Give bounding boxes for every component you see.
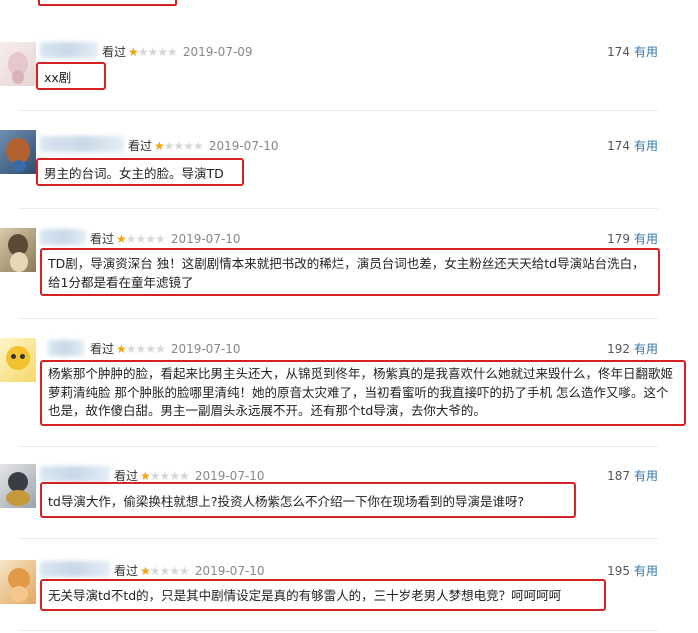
comment-meta: 看过 ★★★★★ 2019-07-10: [90, 340, 241, 357]
divider: [18, 446, 658, 447]
watch-status: 看过: [102, 45, 127, 59]
vote-block: 174 有用: [607, 43, 658, 60]
vote-count: 192: [607, 342, 630, 356]
divider: [18, 318, 658, 319]
comment-date: 2019-07-09: [182, 44, 253, 59]
vote-count: 179: [607, 232, 630, 246]
comment-date: 2019-07-10: [208, 138, 279, 153]
comment-date: 2019-07-10: [194, 563, 265, 578]
comment-text: 杨紫那个肿肿的脸，看起来比男主头还大，从锦觅到佟年，杨紫真的是我喜欢什么她就过来…: [40, 360, 686, 426]
avatar[interactable]: [0, 130, 36, 174]
comment-text: 无关导演td不td的，只是其中剧情设定是真的有够雷人的，三十岁老男人梦想电竞？呵…: [40, 579, 606, 611]
useful-button[interactable]: 有用: [634, 469, 658, 483]
username[interactable]: [40, 42, 98, 58]
username[interactable]: [40, 561, 110, 577]
avatar[interactable]: [0, 228, 36, 272]
divider: [18, 208, 658, 209]
rating-stars: ★★★★★: [154, 138, 204, 153]
comment-date: 2019-07-10: [170, 341, 241, 356]
comment-meta: 看过 ★★★★★ 2019-07-09: [102, 43, 253, 60]
username[interactable]: [40, 136, 124, 152]
vote-count: 187: [607, 469, 630, 483]
useful-button[interactable]: 有用: [634, 232, 658, 246]
comment-text: 男主的台词。女主的脸。导演TD: [36, 158, 244, 186]
vote-count: 195: [607, 564, 630, 578]
vote-block: 187 有用: [607, 467, 658, 484]
rating-stars: ★★★★★: [140, 468, 190, 483]
comment-text: td导演大作，偷梁换柱就想上?投资人杨紫怎么不介绍一下你在现场看到的导演是谁呀?: [40, 482, 576, 518]
comment-date: 2019-07-10: [194, 468, 265, 483]
rating-stars: ★★★★★: [140, 563, 190, 578]
comment-meta: 看过 ★★★★★ 2019-07-10: [90, 230, 241, 247]
comment-text: TD剧，导演资深台 独！这剧剧情本来就把书改的稀烂，演员台词也差，女主粉丝还天天…: [40, 248, 660, 296]
vote-block: 174 有用: [607, 137, 658, 154]
watch-status: 看过: [128, 139, 153, 153]
avatar[interactable]: [0, 338, 36, 382]
vote-count: 174: [607, 45, 630, 59]
rating-stars: ★★★★★: [116, 341, 166, 356]
useful-button[interactable]: 有用: [634, 564, 658, 578]
vote-block: 179 有用: [607, 230, 658, 247]
comment-meta: 看过 ★★★★★ 2019-07-10: [128, 137, 279, 154]
username[interactable]: [40, 229, 86, 245]
comment-text: xx剧: [36, 62, 106, 90]
divider: [18, 538, 658, 539]
rating-stars: ★★★★★: [116, 231, 166, 246]
watch-status: 看过: [90, 232, 115, 246]
highlight-box: [38, 0, 177, 6]
avatar[interactable]: [0, 464, 36, 508]
vote-count: 174: [607, 139, 630, 153]
useful-button[interactable]: 有用: [634, 342, 658, 356]
comment-meta: 看过 ★★★★★ 2019-07-10: [114, 562, 265, 579]
vote-block: 195 有用: [607, 562, 658, 579]
avatar[interactable]: [0, 560, 36, 604]
watch-status: 看过: [114, 564, 139, 578]
rating-stars: ★★★★★: [128, 44, 178, 59]
username[interactable]: [40, 466, 110, 482]
comment-date: 2019-07-10: [170, 231, 241, 246]
useful-button[interactable]: 有用: [634, 139, 658, 153]
useful-button[interactable]: 有用: [634, 45, 658, 59]
username[interactable]: [48, 340, 84, 356]
vote-block: 192 有用: [607, 340, 658, 357]
avatar[interactable]: [0, 42, 36, 86]
divider: [18, 630, 658, 631]
divider: [18, 110, 658, 111]
watch-status: 看过: [90, 342, 115, 356]
